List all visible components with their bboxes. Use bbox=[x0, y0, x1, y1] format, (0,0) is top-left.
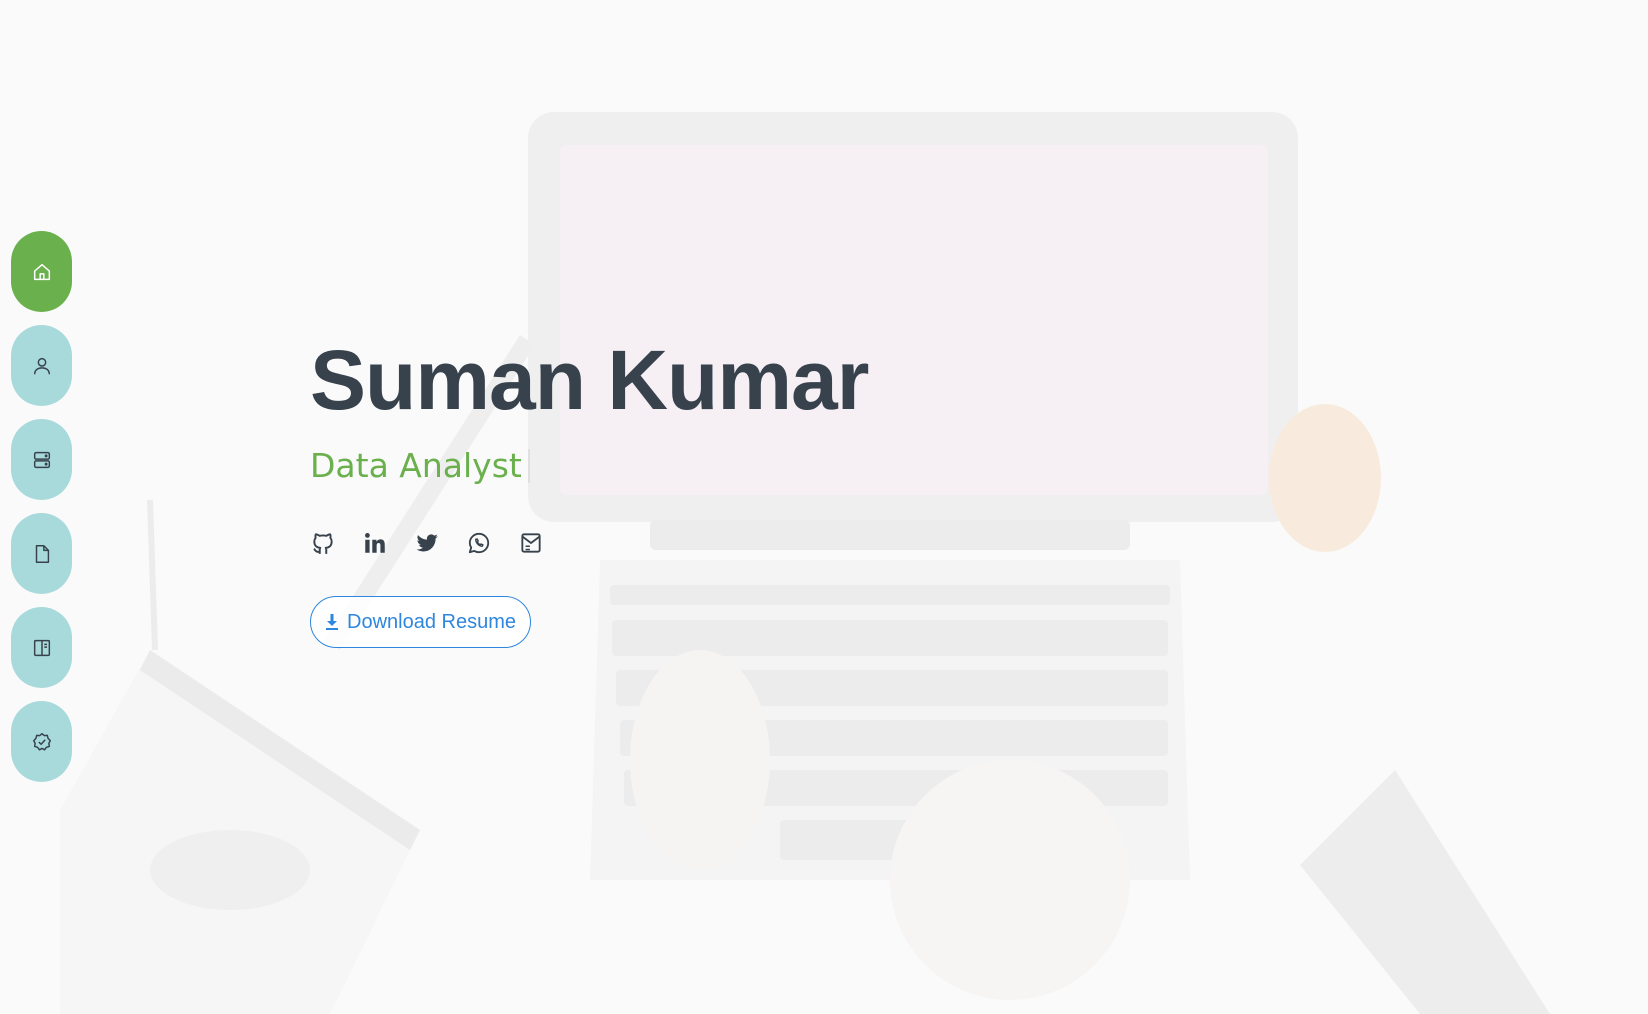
twitter-icon bbox=[416, 534, 438, 552]
nav-skills-button[interactable] bbox=[11, 701, 72, 782]
hero-role: Data Analyst bbox=[310, 446, 522, 485]
hero-content: Suman Kumar Data Analyst Download Resume bbox=[310, 330, 869, 648]
file-icon bbox=[35, 544, 49, 563]
linkedin-icon bbox=[365, 533, 385, 553]
social-links bbox=[310, 530, 868, 556]
github-link[interactable] bbox=[310, 530, 336, 556]
side-nav bbox=[11, 231, 73, 782]
linkedin-link[interactable] bbox=[362, 530, 388, 556]
download-resume-label: Download Resume bbox=[347, 610, 516, 633]
github-icon bbox=[313, 533, 333, 554]
download-resume-button[interactable]: Download Resume bbox=[310, 596, 531, 648]
nav-portfolio-button[interactable] bbox=[11, 607, 72, 688]
book-icon bbox=[33, 639, 50, 656]
hero-section: Suman Kumar Data Analyst Download Resume bbox=[0, 0, 1648, 1014]
home-icon bbox=[33, 263, 50, 280]
download-icon bbox=[326, 614, 338, 630]
email-link[interactable] bbox=[518, 530, 544, 556]
hero-name: Suman Kumar bbox=[310, 333, 869, 427]
whatsapp-icon bbox=[468, 532, 490, 554]
server-icon bbox=[33, 451, 50, 468]
nav-services-button[interactable] bbox=[11, 419, 72, 500]
nav-resume-button[interactable] bbox=[11, 513, 72, 594]
badge-check-icon bbox=[32, 732, 51, 751]
whatsapp-link[interactable] bbox=[466, 530, 492, 556]
nav-about-button[interactable] bbox=[11, 325, 72, 406]
mail-icon bbox=[521, 533, 541, 553]
twitter-link[interactable] bbox=[414, 530, 440, 556]
nav-home-button[interactable] bbox=[11, 231, 72, 312]
role-line: Data Analyst bbox=[310, 446, 868, 486]
user-icon bbox=[33, 357, 50, 374]
typing-cursor bbox=[527, 449, 530, 483]
